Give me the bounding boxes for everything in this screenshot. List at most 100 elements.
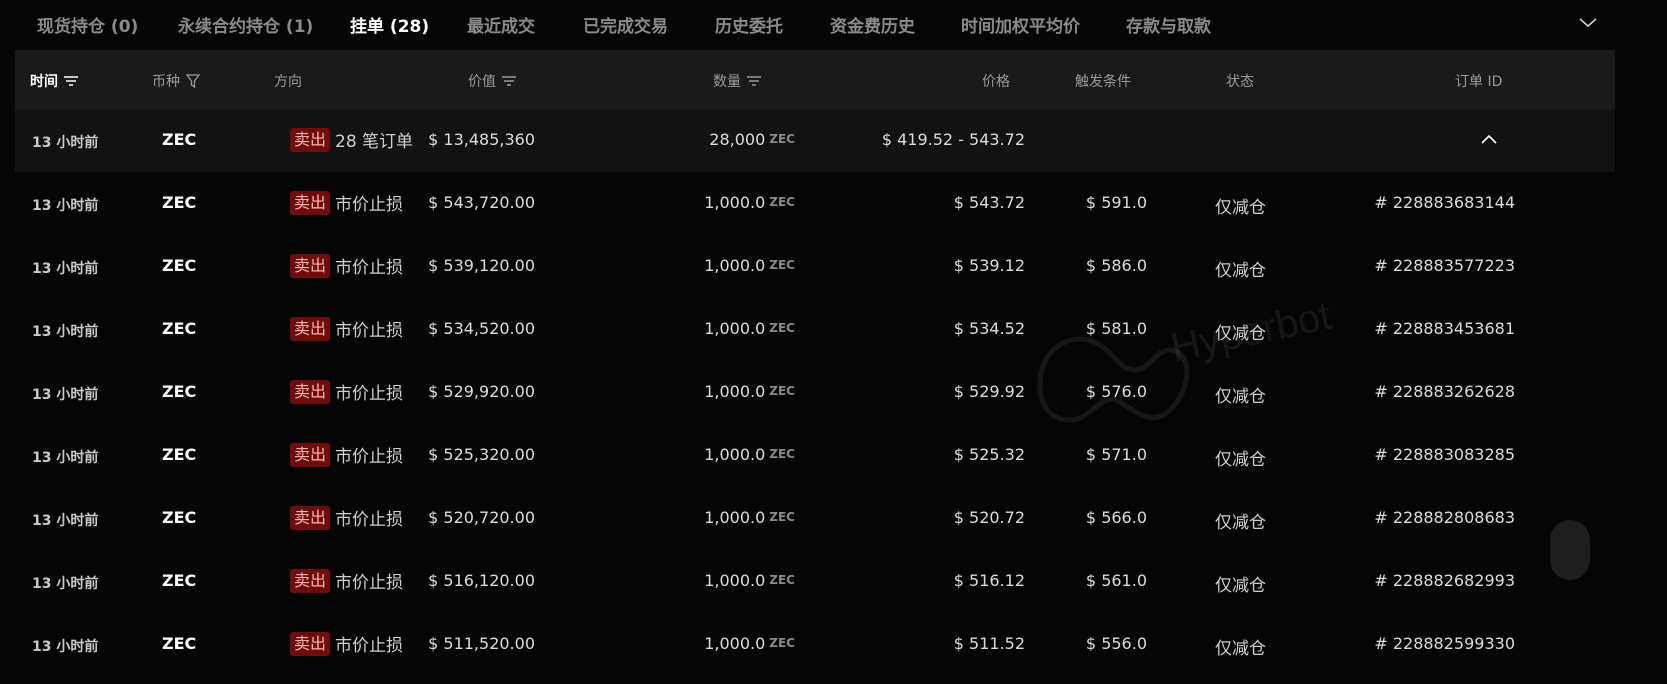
amount-unit: ZEC	[769, 573, 795, 587]
sell-badge: 卖出	[290, 568, 331, 593]
order-value: $ 534,520.00	[428, 319, 535, 338]
order-id[interactable]: # 228882682993	[1345, 571, 1515, 590]
order-id[interactable]: # 228882599330	[1345, 634, 1515, 653]
order-coin[interactable]: ZEC	[162, 445, 196, 464]
order-type: 市价止损	[335, 195, 404, 215]
amount-value: 1,000.0	[704, 319, 766, 338]
order-value: $ 520,720.00	[428, 508, 535, 527]
order-amount: 1,000.0 ZEC	[655, 382, 795, 401]
amount-unit: ZEC	[769, 447, 795, 461]
tab-twap[interactable]: 时间加权平均价	[961, 12, 1080, 37]
amount-unit: ZEC	[769, 195, 795, 209]
order-coin[interactable]: ZEC	[162, 193, 196, 212]
order-price: $ 520.72	[953, 508, 1025, 527]
order-status: 仅减仓	[1215, 576, 1266, 596]
order-coin[interactable]: ZEC	[162, 256, 196, 275]
open-orders-table: 时间 币种 方向 价值 数量 价格 触发条件 状态 订单 ID 13 小时前 Z…	[15, 50, 1615, 676]
chevron-down-icon[interactable]	[1578, 14, 1598, 30]
table-row[interactable]: 13 小时前 ZEC 卖出 市价止损 $ 539,120.00 1,000.0 Z…	[15, 235, 1615, 298]
column-time-label: 时间	[30, 74, 58, 90]
order-id[interactable]: # 228883683144	[1345, 193, 1515, 212]
column-price: 价格	[982, 74, 1010, 90]
column-coin[interactable]: 币种	[152, 71, 201, 91]
order-trigger: $ 576.0	[1085, 382, 1147, 401]
order-coin[interactable]: ZEC	[162, 571, 196, 590]
column-direction: 方向	[274, 74, 302, 90]
order-price: $ 543.72	[953, 193, 1025, 212]
order-amount: 1,000.0 ZEC	[655, 193, 795, 212]
amount-value: 1,000.0	[704, 571, 766, 590]
order-type: 市价止损	[335, 321, 404, 341]
chevron-up-icon[interactable]	[1481, 133, 1497, 145]
tab-open-orders[interactable]: 挂单 (28)	[350, 12, 429, 37]
order-id[interactable]: # 228883083285	[1345, 445, 1515, 464]
order-count: 28 笔订单	[335, 132, 414, 152]
tab-deposits-withdrawals[interactable]: 存款与取款	[1126, 12, 1211, 37]
amount-unit: ZEC	[769, 384, 795, 398]
sell-badge: 卖出	[290, 505, 331, 530]
order-trigger: $ 571.0	[1085, 445, 1147, 464]
filter-icon[interactable]	[185, 74, 201, 88]
table-row[interactable]: 13 小时前 ZEC 卖出 市价止损 $ 516,120.00 1,000.0 Z…	[15, 550, 1615, 613]
table-row[interactable]: 13 小时前 ZEC 卖出 市价止损 $ 529,920.00 1,000.0 Z…	[15, 361, 1615, 424]
column-trigger: 触发条件	[1075, 74, 1131, 90]
order-type: 市价止损	[335, 447, 404, 467]
order-time: 13 小时前	[32, 513, 99, 529]
tab-order-history[interactable]: 历史委托	[715, 12, 783, 37]
order-trigger: $ 581.0	[1085, 319, 1147, 338]
order-coin[interactable]: ZEC	[162, 319, 196, 338]
amount-value: 1,000.0	[704, 445, 766, 464]
tab-spot-positions[interactable]: 现货持仓 (0)	[37, 12, 138, 37]
amount-value: 1,000.0	[704, 382, 766, 401]
sort-icon[interactable]	[746, 74, 762, 88]
order-time: 13 小时前	[32, 135, 99, 151]
column-time[interactable]: 时间	[30, 71, 79, 91]
order-coin[interactable]: ZEC	[162, 130, 196, 149]
table-row[interactable]: 13 小时前 ZEC 卖出 市价止损 $ 511,520.00 1,000.0 Z…	[15, 613, 1615, 676]
sell-badge: 卖出	[290, 316, 331, 341]
order-coin[interactable]: ZEC	[162, 382, 196, 401]
order-time: 13 小时前	[32, 261, 99, 277]
order-coin[interactable]: ZEC	[162, 508, 196, 527]
order-value: $ 539,120.00	[428, 256, 535, 275]
table-row[interactable]: 13 小时前 ZEC 卖出 市价止损 $ 525,320.00 1,000.0 Z…	[15, 424, 1615, 487]
order-value: $ 13,485,360	[428, 130, 535, 149]
table-header: 时间 币种 方向 价值 数量 价格 触发条件 状态 订单 ID	[15, 50, 1615, 109]
order-id[interactable]: # 228883453681	[1345, 319, 1515, 338]
table-row[interactable]: 13 小时前 ZEC 卖出 市价止损 $ 534,520.00 1,000.0 Z…	[15, 298, 1615, 361]
order-type: 市价止损	[335, 258, 404, 278]
table-row[interactable]: 13 小时前 ZEC 卖出 市价止损 $ 543,720.00 1,000.0 Z…	[15, 172, 1615, 235]
order-id[interactable]: # 228883262628	[1345, 382, 1515, 401]
sort-icon[interactable]	[63, 74, 79, 88]
amount-unit: ZEC	[769, 132, 795, 146]
order-id[interactable]: # 228882808683	[1345, 508, 1515, 527]
tab-recent-fills[interactable]: 最近成交	[467, 12, 535, 37]
sort-icon[interactable]	[501, 74, 517, 88]
order-group-row[interactable]: 13 小时前 ZEC 卖出 28 笔订单 $ 13,485,360 28,000…	[15, 109, 1615, 172]
column-amount[interactable]: 数量	[713, 71, 762, 91]
order-amount: 1,000.0 ZEC	[655, 319, 795, 338]
order-direction: 卖出 市价止损	[290, 631, 403, 656]
sell-badge: 卖出	[290, 127, 331, 152]
order-status: 仅减仓	[1215, 450, 1266, 470]
amount-unit: ZEC	[769, 510, 795, 524]
order-time: 13 小时前	[32, 639, 99, 655]
tab-funding-history[interactable]: 资金费历史	[830, 12, 915, 37]
order-value: $ 543,720.00	[428, 193, 535, 212]
order-coin[interactable]: ZEC	[162, 634, 196, 653]
order-id[interactable]: # 228883577223	[1345, 256, 1515, 275]
column-value[interactable]: 价值	[468, 71, 517, 91]
tab-completed-trades[interactable]: 已完成交易	[583, 12, 668, 37]
table-row[interactable]: 13 小时前 ZEC 卖出 市价止损 $ 520,720.00 1,000.0 Z…	[15, 487, 1615, 550]
amount-value: 28,000	[709, 130, 766, 149]
order-status: 仅减仓	[1215, 261, 1266, 281]
amount-value: 1,000.0	[704, 256, 766, 275]
order-price: $ 525.32	[953, 445, 1025, 464]
tab-perp-positions[interactable]: 永续合约持仓 (1)	[178, 12, 313, 37]
amount-unit: ZEC	[769, 258, 795, 272]
order-time: 13 小时前	[32, 450, 99, 466]
order-price: $ 511.52	[953, 634, 1025, 653]
order-value: $ 529,920.00	[428, 382, 535, 401]
amount-unit: ZEC	[769, 636, 795, 650]
order-type: 市价止损	[335, 510, 404, 530]
